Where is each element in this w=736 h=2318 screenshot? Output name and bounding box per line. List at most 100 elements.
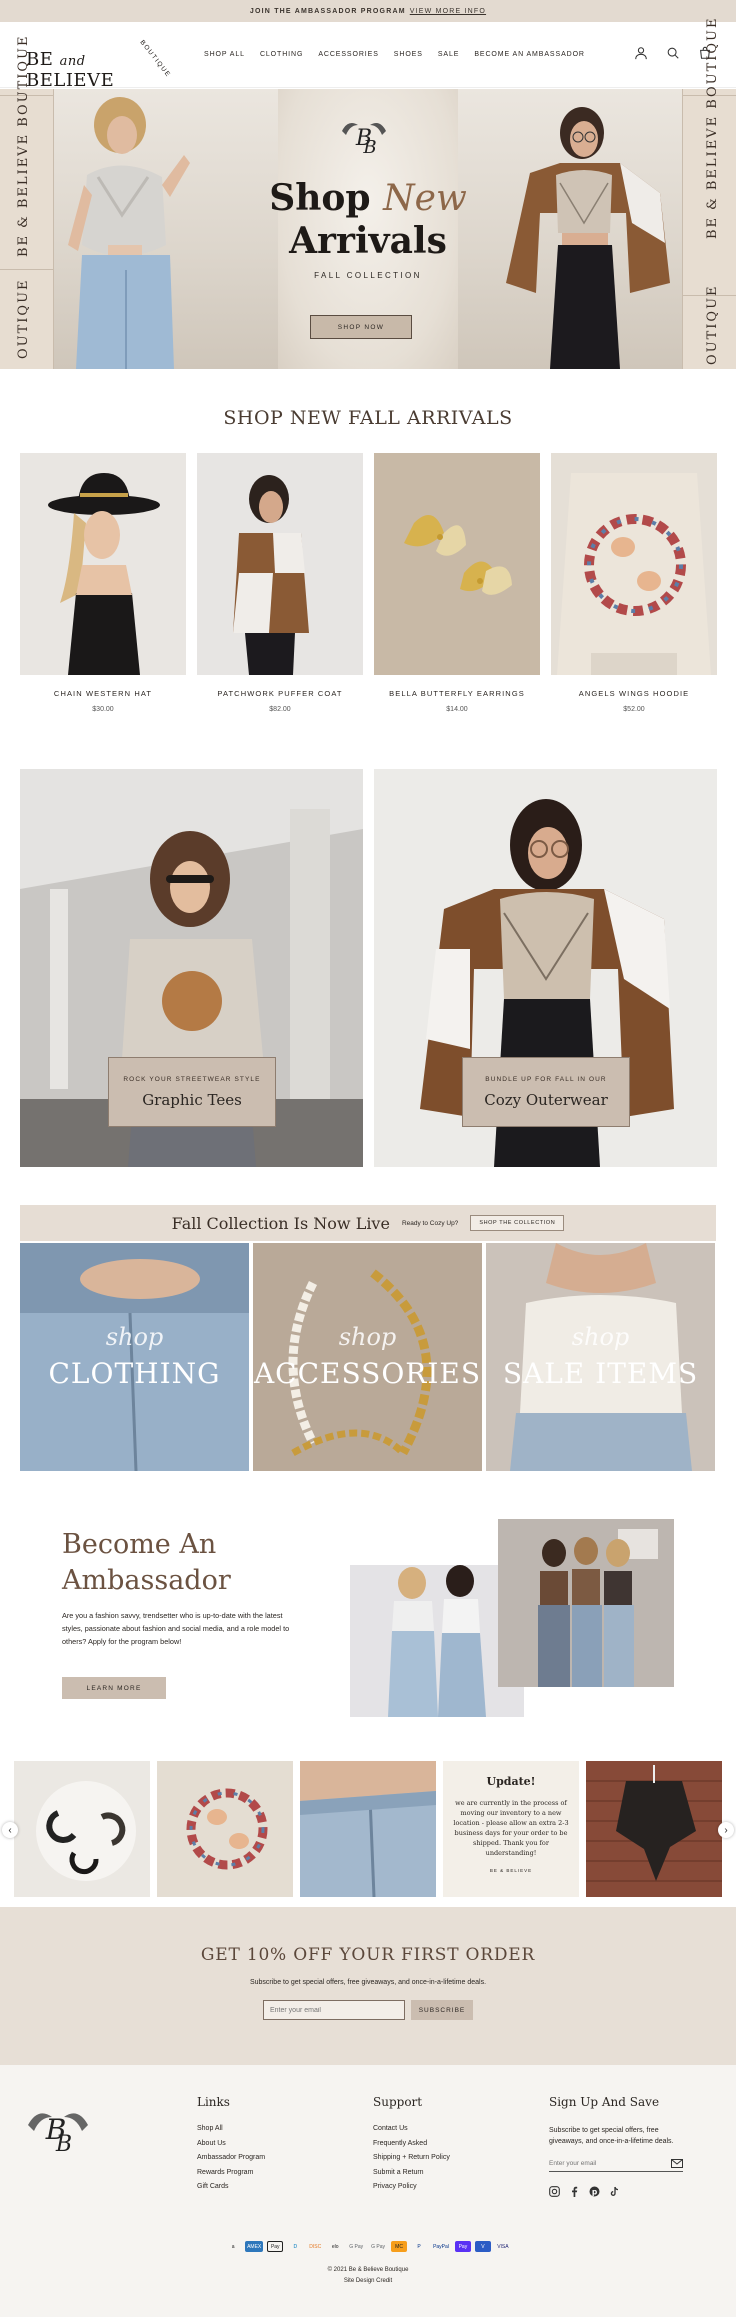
instagram-photo-earrings [14, 1761, 150, 1897]
page: JOIN THE AMBASSADOR PROGRAM VIEW MORE IN… [0, 0, 736, 2318]
announcement-link[interactable]: VIEW MORE INFO [410, 8, 486, 15]
product-name[interactable]: PATCHWORK PUFFER COAT [197, 689, 363, 698]
nav-shop-all[interactable]: SHOP ALL [204, 51, 245, 58]
instagram-icon[interactable] [549, 2186, 560, 2197]
product-name[interactable]: BELLA BUTTERFLY EARRINGS [374, 689, 540, 698]
search-icon[interactable] [666, 46, 680, 60]
amex-icon: AMEX [245, 2241, 264, 2252]
nav-accessories[interactable]: ACCESSORIES [318, 51, 378, 58]
pinterest-icon[interactable]: p [589, 2186, 600, 2197]
section-title-new-arrivals: SHOP NEW FALL ARRIVALS [223, 407, 513, 429]
footer-logo[interactable]: B B [22, 2101, 94, 2157]
feature-card[interactable]: BUNDLE UP FOR FALL IN OUR Cozy Outerwear [462, 1057, 630, 1127]
instagram-feed: Update! we are currently in the process … [0, 1761, 736, 1899]
instagram-post[interactable] [14, 1761, 150, 1897]
footer-email-input[interactable] [549, 2159, 659, 2168]
nav-ambassador[interactable]: BECOME AN AMBASSADOR [474, 51, 585, 58]
logo[interactable]: BE and BELIEVE BOUTIQUE [26, 35, 176, 91]
product-image[interactable] [197, 453, 363, 675]
instagram-post-update[interactable]: Update! we are currently in the process … [443, 1761, 579, 1897]
shop-now-button[interactable]: SHOP NOW [310, 315, 412, 339]
feature-tile-graphic-tees[interactable]: ROCK YOUR STREETWEAR STYLE Graphic Tees [20, 769, 363, 1167]
footer-signup-text: Subscribe to get special offers, free gi… [549, 2127, 674, 2145]
category-tile-sale[interactable]: shop SALE ITEMS [486, 1243, 715, 1471]
logo-word-believe: BELIEVE [26, 69, 115, 91]
footer-link[interactable]: Ambassador Program [197, 2154, 265, 2161]
shop-pay-icon: Pay [454, 2241, 471, 2252]
footer-email-field [549, 2159, 683, 2172]
footer-link[interactable]: Frequently Asked [373, 2140, 450, 2147]
product-grid: CHAIN WESTERN HAT $30.00 PATCHWORK PUFFE… [0, 453, 736, 713]
newsletter-subtitle: Subscribe to get special offers, free gi… [249, 1979, 487, 1986]
product-image[interactable] [374, 453, 540, 675]
logo-word-and: and [59, 53, 86, 69]
carousel-prev-button[interactable]: ‹ [2, 1822, 18, 1838]
header-icons [634, 46, 712, 60]
google-pay-icon-2: G Pay [371, 2243, 386, 2250]
ambassador-section: Become An Ambassador Are you a fashion sa… [0, 1519, 736, 1739]
feature-title: Graphic Tees [142, 1091, 242, 1109]
strip-text-short: OUTIQUE [16, 278, 31, 359]
fall-question: Ready to Cozy Up? [401, 1219, 459, 1227]
carousel-next-button[interactable]: › [718, 1822, 734, 1838]
fall-title: Fall Collection Is Now Live [171, 1213, 390, 1233]
learn-more-button[interactable]: LEARN MORE [62, 1677, 166, 1699]
hero-title-arrivals: Arrivals [289, 220, 447, 262]
visa-icon: VISA [497, 2243, 509, 2250]
footer-links: Links Shop All About Us Ambassador Progr… [197, 2095, 265, 2198]
feature-card[interactable]: ROCK YOUR STREETWEAR STYLE Graphic Tees [108, 1057, 276, 1127]
category-label: CLOTHING [48, 1357, 221, 1390]
ambassador-title-line1: Become An [62, 1529, 217, 1560]
google-pay-icon: G Pay [349, 2243, 364, 2250]
venmo-icon: V [474, 2241, 491, 2252]
feature-tile-cozy-outerwear[interactable]: BUNDLE UP FOR FALL IN OUR Cozy Outerwear [374, 769, 717, 1167]
footer-link[interactable]: Contact Us [373, 2125, 450, 2132]
product-photo-earrings [404, 515, 512, 595]
footer-link[interactable]: Shipping + Return Policy [373, 2154, 450, 2161]
chevron-right-icon: › [724, 1824, 728, 1836]
footer-link[interactable]: Rewards Program [197, 2169, 265, 2176]
footer-link[interactable]: Submit a Return [373, 2169, 450, 2176]
product-card[interactable]: CHAIN WESTERN HAT $30.00 [20, 453, 186, 713]
category-script: shop [105, 1323, 164, 1351]
nav-shoes[interactable]: SHOES [394, 51, 423, 58]
diners-club-icon: D [293, 2243, 298, 2250]
svg-text:B: B [55, 2132, 72, 2157]
site-credit-link[interactable]: Site Design Credit [0, 2276, 736, 2287]
instagram-post[interactable] [300, 1761, 436, 1897]
shop-collection-button[interactable]: SHOP THE COLLECTION [470, 1215, 565, 1231]
product-image[interactable] [551, 453, 717, 675]
nav-sale[interactable]: SALE [438, 51, 460, 58]
account-icon[interactable] [634, 46, 648, 60]
footer-link[interactable]: Privacy Policy [373, 2183, 450, 2190]
product-card[interactable]: BELLA BUTTERFLY EARRINGS $14.00 [374, 453, 540, 713]
paypal-icon: PayPal [433, 2243, 449, 2250]
product-card[interactable]: PATCHWORK PUFFER COAT $82.00 [197, 453, 363, 713]
tiktok-icon[interactable] [609, 2186, 620, 2197]
footer-link[interactable]: Gift Cards [197, 2183, 265, 2190]
product-name[interactable]: ANGELS WINGS HOODIE [551, 689, 717, 698]
category-tile-clothing[interactable]: shop CLOTHING [20, 1243, 249, 1471]
footer-link[interactable]: Shop All [197, 2125, 265, 2132]
product-price: $14.00 [446, 706, 468, 713]
subscribe-button[interactable]: SUBSCRIBE [411, 2000, 473, 2020]
nav-clothing[interactable]: CLOTHING [260, 51, 303, 58]
instagram-post[interactable] [157, 1761, 293, 1897]
footer-link[interactable]: About Us [197, 2140, 265, 2147]
announcement-bar: JOIN THE AMBASSADOR PROGRAM VIEW MORE IN… [0, 0, 736, 22]
mail-icon[interactable] [671, 2159, 683, 2168]
newsletter-email-input[interactable] [263, 2000, 405, 2020]
newsletter-form: SUBSCRIBE [0, 2000, 736, 2020]
category-tile-accessories[interactable]: shop ACCESSORIES [253, 1243, 482, 1471]
feature-title: Cozy Outerwear [484, 1091, 608, 1109]
svg-text:p: p [592, 2187, 598, 2196]
payment-icons: a AMEX Pay D DISC elo G Pay G Pay MC P P… [0, 2241, 736, 2252]
fall-collection-banner: Fall Collection Is Now Live Ready to Coz… [20, 1205, 716, 1241]
instagram-post[interactable] [586, 1761, 722, 1897]
footer-support: Support Contact Us Frequently Asked Ship… [373, 2095, 450, 2198]
product-card[interactable]: ANGELS WINGS HOODIE $52.00 [551, 453, 717, 713]
product-name[interactable]: CHAIN WESTERN HAT [20, 689, 186, 698]
facebook-icon[interactable] [569, 2186, 580, 2197]
update-body: we are currently in the process of movin… [453, 1799, 569, 1857]
product-image[interactable] [20, 453, 186, 675]
